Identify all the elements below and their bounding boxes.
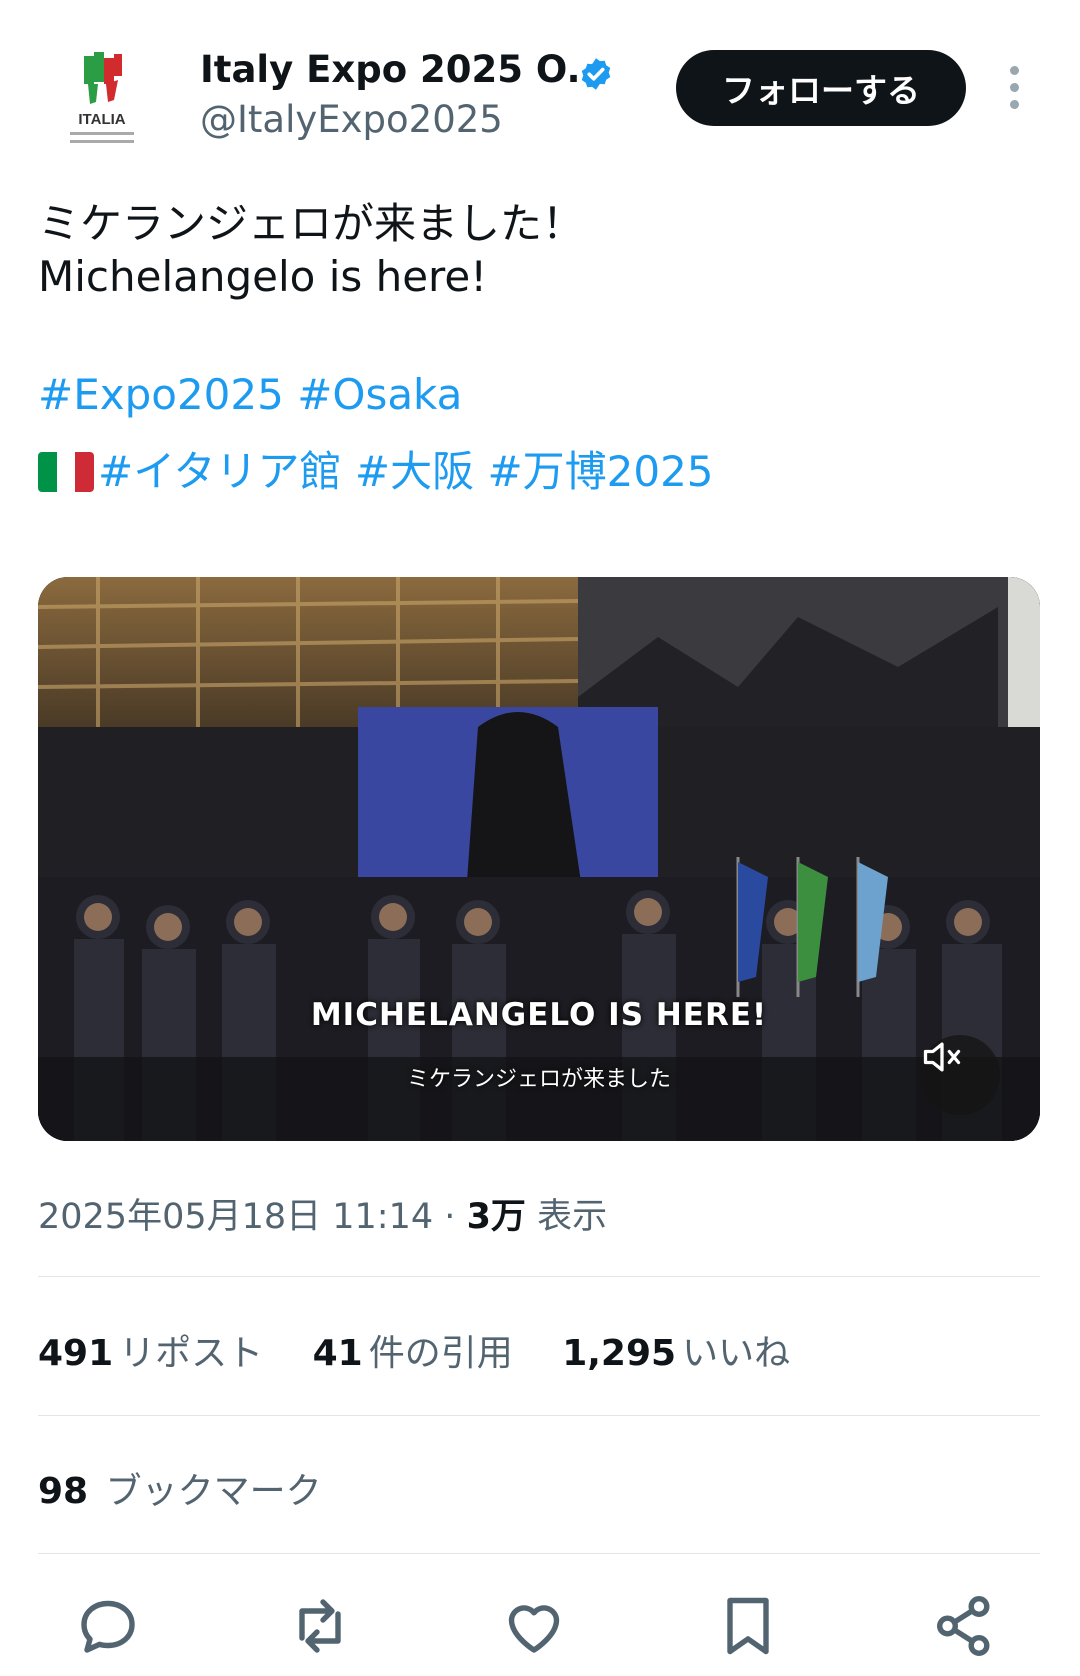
- hashtag-link[interactable]: #万博2025: [487, 447, 713, 496]
- avatar[interactable]: ITALIA: [44, 40, 160, 156]
- video-caption-ja: ミケランジェロが来ました: [406, 1067, 671, 1092]
- more-options-icon[interactable]: [1002, 66, 1026, 112]
- reply-icon[interactable]: [72, 1590, 144, 1662]
- display-name[interactable]: Italy Expo 2025 O...: [200, 48, 609, 91]
- bookmarks-stat[interactable]: 98 ブックマーク: [38, 1462, 322, 1514]
- quotes-stat[interactable]: 41 件の引用: [313, 1324, 513, 1376]
- italia-logo: ITALIA: [70, 52, 134, 143]
- like-icon[interactable]: [498, 1590, 570, 1662]
- follow-button[interactable]: フォローする: [676, 50, 966, 126]
- divider: [38, 1415, 1040, 1416]
- hashtag-row-2: #イタリア館 #大阪 #万博2025: [38, 438, 714, 499]
- video-player[interactable]: MICHELANGELO IS HERE! ミケランジェロが来ました: [38, 577, 1040, 1141]
- user-handle[interactable]: @ItalyExpo2025: [200, 98, 503, 141]
- bookmark-count: 98: [38, 1471, 89, 1512]
- action-bar: [0, 1590, 1080, 1670]
- reposts-stat[interactable]: 491 リポスト: [38, 1324, 263, 1376]
- divider: [38, 1553, 1040, 1554]
- hashtag-link[interactable]: #大阪: [355, 447, 474, 496]
- tweet-meta: 2025年05月18日 11:14 · 3万 表示: [38, 1188, 607, 1239]
- video-frame: [38, 577, 1040, 1141]
- meta-separator: ·: [444, 1197, 456, 1237]
- hashtag-link[interactable]: #Osaka: [297, 370, 462, 419]
- mute-button[interactable]: [920, 1035, 1000, 1115]
- hashtag-link[interactable]: #イタリア館: [98, 447, 342, 496]
- repost-icon[interactable]: [284, 1590, 356, 1662]
- italy-flag-icon: [38, 452, 94, 492]
- tweet-text-line-2: Michelangelo is here!: [38, 252, 488, 301]
- likes-stat[interactable]: 1,295 いいね: [562, 1324, 790, 1376]
- tweet-text-line-1: ミケランジェロが来ました！: [38, 199, 585, 248]
- engagement-stats: 491 リポスト 41 件の引用 1,295 いいね: [38, 1324, 828, 1376]
- timestamp[interactable]: 2025年05月18日 11:14: [38, 1197, 433, 1237]
- verified-badge-icon: [581, 58, 611, 90]
- hashtag-link[interactable]: #Expo2025: [38, 370, 284, 419]
- video-caption-en: MICHELANGELO IS HERE!: [310, 997, 768, 1033]
- tweet-header: ITALIA Italy Expo 2025 O... @ItalyExpo20…: [0, 0, 1080, 170]
- bookmark-icon[interactable]: [712, 1590, 784, 1662]
- share-icon[interactable]: [928, 1590, 1000, 1662]
- view-label: 表示: [537, 1197, 608, 1237]
- hashtag-row-1: #Expo2025 #Osaka: [38, 370, 462, 419]
- divider: [38, 1276, 1040, 1277]
- bookmark-label: ブックマーク: [105, 1471, 322, 1512]
- svg-text:ITALIA: ITALIA: [78, 111, 125, 128]
- volume-muted-icon: [923, 1042, 961, 1072]
- view-count: 3万: [466, 1197, 526, 1237]
